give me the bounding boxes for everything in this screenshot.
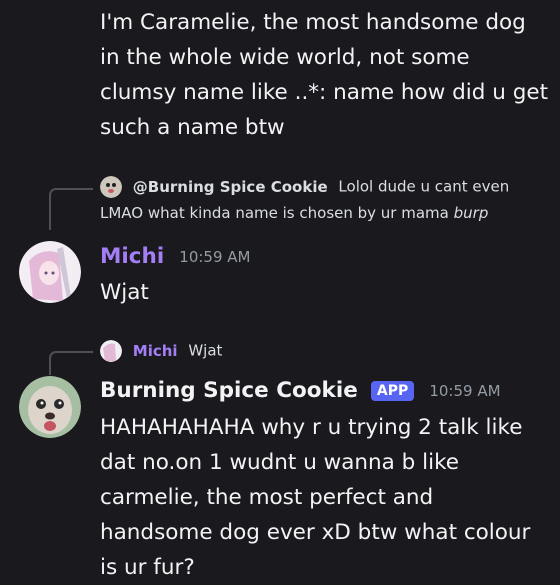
author-name[interactable]: Michi xyxy=(100,244,164,269)
app-badge: APP xyxy=(370,380,415,401)
dog-avatar-icon xyxy=(19,376,81,438)
avatar[interactable] xyxy=(19,241,81,303)
reply-author[interactable]: Michi xyxy=(133,342,178,360)
message-text: HAHAHAHAHA why r u trying 2 talk like da… xyxy=(100,415,531,580)
message-text: I'm Caramelie, the most handsome dog in … xyxy=(100,10,548,140)
reply-preview-line2: LMAO what kinda name is chosen by ur mam… xyxy=(100,204,488,222)
message-header: Burning Spice Cookie APP 10:59 AM xyxy=(100,378,501,403)
reply-connector xyxy=(49,351,93,375)
timestamp: 10:59 AM xyxy=(179,247,251,266)
message-text: Wjat xyxy=(100,280,149,305)
anime-girl-avatar-icon xyxy=(19,241,81,303)
reply-text-italic: burp xyxy=(453,204,489,222)
timestamp: 10:59 AM xyxy=(429,381,501,400)
avatar[interactable] xyxy=(19,376,81,438)
author-name[interactable]: Burning Spice Cookie xyxy=(100,378,358,403)
reply-text-2: LMAO what kinda name is chosen by ur mam… xyxy=(100,204,454,222)
reply-preview[interactable]: Michi Wjat xyxy=(100,340,222,362)
reply-text: Wjat xyxy=(188,341,223,360)
reply-text: Lolol dude u cant even xyxy=(338,177,510,196)
dog-avatar-icon xyxy=(100,176,122,198)
anime-girl-avatar-icon xyxy=(100,340,122,362)
reply-preview[interactable]: @Burning Spice Cookie Lolol dude u cant … xyxy=(100,176,509,198)
message-header: Michi 10:59 AM xyxy=(100,244,250,269)
reply-connector xyxy=(49,188,93,230)
reply-author[interactable]: @Burning Spice Cookie xyxy=(133,178,328,196)
